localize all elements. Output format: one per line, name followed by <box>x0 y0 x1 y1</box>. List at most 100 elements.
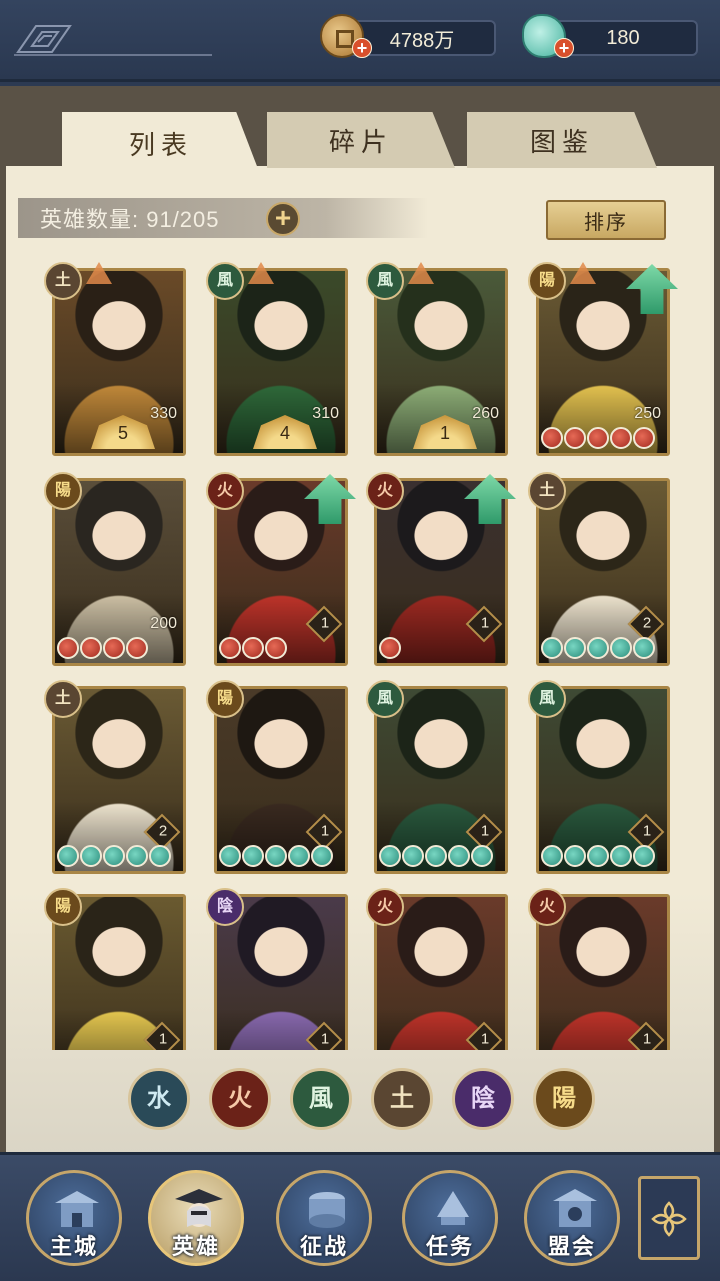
awakening-beads <box>379 845 493 867</box>
filter-yin-button[interactable]: 陰 <box>452 1068 514 1130</box>
awakening-bead <box>633 845 655 867</box>
tab-bar: 列表 碎片 图鉴 <box>62 112 662 174</box>
hero-level: 330 <box>150 405 177 422</box>
title-underline <box>14 54 212 56</box>
awakening-bead <box>219 845 241 867</box>
awakening-bead <box>610 637 632 659</box>
hero-level: 1 <box>642 822 652 840</box>
war-drum-icon <box>309 1192 345 1228</box>
awakening-bead <box>103 845 125 867</box>
awakening-bead <box>57 637 79 659</box>
element-badge: 土 <box>528 472 566 510</box>
hero-level: 310 <box>312 405 339 422</box>
hero-level: 1 <box>480 822 490 840</box>
hero-level: 250 <box>634 405 661 422</box>
nav-tasks-label: 任务 <box>425 1234 474 1259</box>
hero-level: 200 <box>150 615 177 632</box>
hero-level: 2 <box>642 614 652 632</box>
element-badge: 陽 <box>206 680 244 718</box>
guild-pavilion-icon <box>553 1189 597 1227</box>
awakening-beads <box>541 427 655 449</box>
tab-codex[interactable]: 图鉴 <box>467 112 657 168</box>
flower-menu-icon <box>651 1201 687 1237</box>
add-coins-button[interactable]: + <box>352 38 372 58</box>
awakening-bead <box>288 845 310 867</box>
awakening-bead <box>541 637 563 659</box>
awakening-bead <box>587 845 609 867</box>
awakening-beads <box>219 637 287 659</box>
filter-earth-button[interactable]: 土 <box>371 1068 433 1130</box>
awakening-bead <box>149 845 171 867</box>
awakening-bead <box>126 845 148 867</box>
awakening-bead <box>633 427 655 449</box>
filter-water-button[interactable]: 水 <box>128 1068 190 1130</box>
awakening-bead <box>103 637 125 659</box>
hero-count-label: 英雄数量: 91/205 <box>40 207 220 232</box>
element-badge: 土 <box>44 262 82 300</box>
awakening-bead <box>587 427 609 449</box>
scroll-bell-icon <box>437 1191 469 1225</box>
hero-level: 1 <box>480 614 490 632</box>
awakening-bead <box>471 845 493 867</box>
hero-portrait-icon <box>175 1189 223 1227</box>
awakening-bead <box>126 637 148 659</box>
awakening-bead <box>379 845 401 867</box>
element-filter-bar: 水 火 風 土 陰 陽 <box>128 1068 598 1132</box>
awakening-bead <box>633 637 655 659</box>
awakening-bead <box>242 637 264 659</box>
tab-list[interactable]: 列表 <box>62 112 260 174</box>
awakening-beads <box>57 637 148 659</box>
awakening-bead <box>564 845 586 867</box>
element-badge: 土 <box>44 680 82 718</box>
jade-value: 180 <box>606 26 640 49</box>
awakening-bead <box>425 845 447 867</box>
awakening-beads <box>541 845 655 867</box>
filter-fire-button[interactable]: 火 <box>209 1068 271 1130</box>
awakening-bead <box>80 637 102 659</box>
element-badge: 風 <box>366 680 404 718</box>
element-badge: 陽 <box>528 262 566 300</box>
awakening-bead <box>379 637 401 659</box>
element-badge: 風 <box>528 680 566 718</box>
nav-main-city-label: 主城 <box>49 1234 98 1259</box>
add-hero-slots-button[interactable]: + <box>266 202 300 236</box>
awakening-bead <box>265 637 287 659</box>
filter-yang-button[interactable]: 陽 <box>533 1068 595 1130</box>
element-badge: 火 <box>206 472 244 510</box>
nav-heroes[interactable]: 英雄 <box>148 1170 244 1266</box>
hero-level: 1 <box>320 1030 330 1048</box>
element-badge: 陽 <box>44 472 82 510</box>
hero-level: 1 <box>480 1030 490 1048</box>
hero-level: 260 <box>472 405 499 422</box>
hero-level: 1 <box>320 822 330 840</box>
awakening-bead <box>541 845 563 867</box>
element-badge: 火 <box>366 888 404 926</box>
nav-campaign-label: 征战 <box>299 1234 348 1259</box>
hero-level: 2 <box>158 822 168 840</box>
nav-tasks[interactable]: 任务 <box>402 1170 498 1266</box>
awakening-beads <box>57 845 171 867</box>
back-icon[interactable] <box>14 22 74 56</box>
sort-button[interactable]: 排序 <box>546 200 666 240</box>
hero-level: 1 <box>320 614 330 632</box>
awakening-bead <box>541 427 563 449</box>
hero-level: 1 <box>158 1030 168 1048</box>
element-badge: 火 <box>366 472 404 510</box>
awakening-bead <box>564 427 586 449</box>
hero-level: 1 <box>642 1030 652 1048</box>
nav-guild-label: 盟会 <box>547 1234 596 1259</box>
more-menu-button[interactable] <box>638 1176 700 1260</box>
filter-wind-button[interactable]: 風 <box>290 1068 352 1130</box>
coins-value: 4788万 <box>389 29 455 52</box>
awakening-bead <box>80 845 102 867</box>
nav-guild[interactable]: 盟会 <box>524 1170 620 1266</box>
tab-fragments[interactable]: 碎片 <box>267 112 455 168</box>
awakening-bead <box>57 845 79 867</box>
nav-campaign[interactable]: 征战 <box>276 1170 372 1266</box>
awakening-bead <box>242 845 264 867</box>
add-jade-button[interactable]: + <box>554 38 574 58</box>
city-gate-icon <box>55 1191 99 1227</box>
awakening-beads <box>541 637 655 659</box>
nav-main-city[interactable]: 主城 <box>26 1170 122 1266</box>
awakening-bead <box>587 637 609 659</box>
